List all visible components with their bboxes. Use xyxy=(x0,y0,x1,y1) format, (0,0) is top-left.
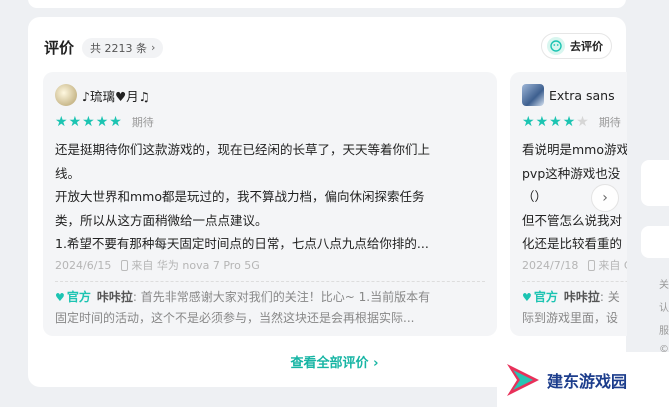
review-card[interactable]: ♪琉璃♥月♫ ★ ★ ★ ★ ★ 期待 还是挺期待你们这款游戏的，现在已经闲的长… xyxy=(43,72,497,336)
star-icon: ★ xyxy=(535,114,549,130)
avatar[interactable] xyxy=(522,84,544,106)
review-line: 开放大世界和mmo都是玩过的，我不算战力档，偏向休闲探索任务 xyxy=(55,189,425,204)
sidebar-text: 服 xyxy=(659,326,669,337)
review-date: 2024/7/18 xyxy=(522,258,579,272)
review-line: 类，所以从这方面稍微给一点点建议。 xyxy=(55,212,268,228)
chevron-right-icon: › xyxy=(151,41,156,54)
rating-stars: ★ ★ ★ ★ ★ 期待 xyxy=(522,114,621,130)
reply-line: ♥ 官方 咔咔拉: 首先非常感谢大家对我们的关注！比心~ 1.当前版本有 xyxy=(55,287,489,308)
official-reply[interactable]: ♥ 官方 咔咔拉: 首先非常感谢大家对我们的关注！比心~ 1.当前版本有 固定时间的… xyxy=(55,287,489,328)
star-icon: ★ xyxy=(522,114,535,130)
rating-label: 期待 xyxy=(131,116,154,129)
reply-text: : 首先非常感谢大家对我们的关注！比心~ 1.当前版本有 xyxy=(132,290,431,304)
watermark: 建东游戏园 xyxy=(497,352,669,407)
watermark-text: 建东游戏园 xyxy=(547,371,628,391)
phone-icon xyxy=(588,259,596,271)
reply-author: 咔咔拉 xyxy=(96,290,133,304)
section-title: 评价 xyxy=(44,39,75,57)
reply-text: : 关 xyxy=(599,290,620,304)
star-icon: ★ xyxy=(68,114,82,130)
reply-line: 固定时间的活动，这个不是必须参与，当然这块还是会再根据实际... xyxy=(55,311,415,325)
star-icon: ★ xyxy=(82,114,95,130)
username[interactable]: Extra sans xyxy=(549,88,615,103)
reviews-header: 评价 共 2213 条 › xyxy=(44,37,164,58)
review-count: 共 2213 条 xyxy=(90,41,148,55)
reply-author: 咔咔拉 xyxy=(563,290,600,304)
star-empty-icon: ★ xyxy=(576,114,589,130)
star-icon: ★ xyxy=(55,114,68,130)
review-device: 来自 华为 nova 7 Pro 5G xyxy=(131,259,260,272)
star-icon: ★ xyxy=(109,114,122,130)
review-line: 1.希望不要有那种每天固定时间点的日常，七点八点九点给你排的... xyxy=(55,236,429,251)
review-line: 还是挺期待你们这款游戏的，现在已经闲的长草了，天天等着你们上 xyxy=(55,142,431,157)
review-user: Extra sans xyxy=(522,84,615,106)
verified-heart-icon: ♥ xyxy=(522,291,532,304)
previous-section-card xyxy=(28,0,626,8)
review-user: ♪琉璃♥月♫ xyxy=(55,84,150,106)
review-line: 线。 xyxy=(55,165,81,181)
star-icon: ★ xyxy=(562,114,576,130)
sidebar-card xyxy=(641,226,669,258)
review-face-icon xyxy=(547,37,565,55)
phone-icon xyxy=(121,259,129,271)
review-body[interactable]: 还是挺期待你们这款游戏的，现在已经闲的长草了，天天等着你们上 线。 开放大世界和… xyxy=(55,138,485,256)
carousel-next-button[interactable]: › xyxy=(591,184,619,212)
sidebar-card xyxy=(641,160,669,206)
review-count-pill[interactable]: 共 2213 条 › xyxy=(82,37,164,58)
divider xyxy=(55,281,485,282)
official-tag: 官方 xyxy=(66,290,91,304)
chevron-right-icon: › xyxy=(602,190,608,206)
avatar[interactable] xyxy=(55,84,77,106)
review-meta: 2024/6/15 来自 华为 nova 7 Pro 5G xyxy=(55,257,260,273)
username[interactable]: ♪琉璃♥月♫ xyxy=(82,86,150,105)
official-tag: 官方 xyxy=(533,290,558,304)
star-icon: ★ xyxy=(549,114,562,130)
star-icon: ★ xyxy=(95,114,109,130)
watermark-logo-icon xyxy=(503,360,543,400)
sidebar-text: 认 xyxy=(659,303,669,314)
write-review-button[interactable]: 去评价 xyxy=(541,33,612,59)
verified-heart-icon: ♥ xyxy=(55,291,65,304)
rating-label: 期待 xyxy=(598,116,621,129)
review-date: 2024/6/15 xyxy=(55,258,112,272)
review-meta: 2024/7/18 来自 C xyxy=(522,257,632,273)
rating-stars: ★ ★ ★ ★ ★ 期待 xyxy=(55,114,154,130)
write-review-label: 去评价 xyxy=(570,40,603,53)
sidebar-text: 关 xyxy=(659,280,669,291)
